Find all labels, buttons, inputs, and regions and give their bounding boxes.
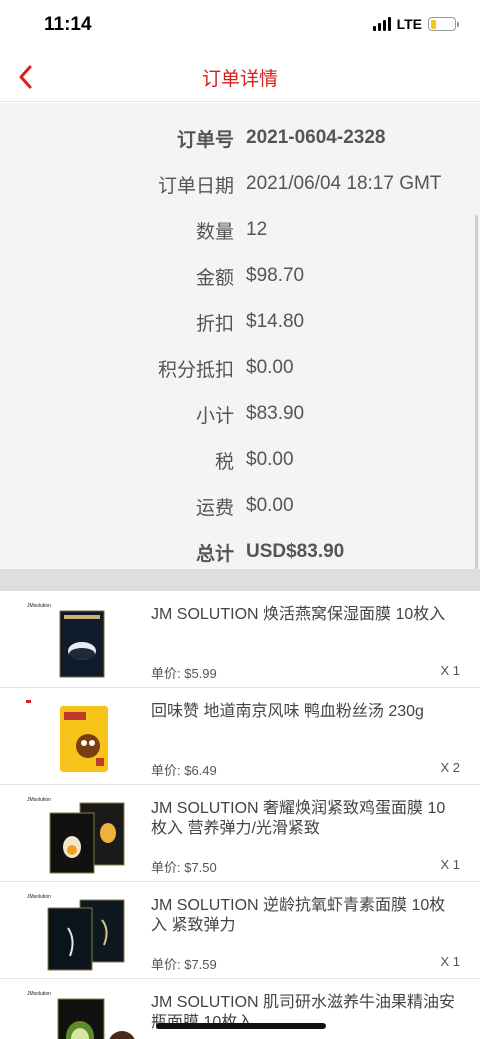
product-name: 回味赞 地道南京风味 鸭血粉丝汤 230g <box>151 703 424 720</box>
product-name: JM SOLUTION 焕活燕窝保湿面膜 10枚入 <box>151 606 446 623</box>
section-divider <box>0 569 480 591</box>
product-thumbnail <box>22 696 138 778</box>
row-label: 税 <box>214 451 234 473</box>
unit-price: 单价: $7.50 <box>151 860 217 875</box>
summary-row-subtotal: 小计 $83.90 <box>0 391 480 437</box>
brand-label: JMsolution <box>27 797 51 803</box>
row-label: 订单日期 <box>157 175 234 197</box>
list-item[interactable]: JMsolution JM SOLUTION 焕活燕窝保湿面膜 10枚入 单价:… <box>0 591 480 688</box>
home-indicator <box>156 1023 326 1029</box>
row-label: 数量 <box>195 221 234 243</box>
item-quantity: X 1 <box>440 857 460 872</box>
row-value: 12 <box>246 219 268 240</box>
row-value: 2021/06/04 18:17 GMT <box>246 173 442 194</box>
summary-row-points: 积分抵扣 $0.00 <box>0 345 480 391</box>
row-value: $0.00 <box>246 449 294 470</box>
product-name: JM SOLUTION 逆龄抗氧虾青素面膜 10枚入 紧致弹力 <box>151 897 446 934</box>
mask-pack-icon <box>47 899 125 971</box>
signal-icon <box>372 17 391 31</box>
brand-label: JMsolution <box>27 603 51 609</box>
row-label: 小计 <box>195 405 234 427</box>
unit-price: 单价: $7.59 <box>151 957 217 972</box>
brand-label: JMsolution <box>27 894 51 900</box>
summary-row-order-number: 订单号 2021-0604-2328 <box>0 115 480 161</box>
row-label: 运费 <box>195 497 234 519</box>
product-thumbnail: JMsolution <box>22 987 138 1039</box>
row-value: $0.00 <box>246 357 294 378</box>
network-label: LTE <box>396 16 422 32</box>
product-thumbnail: JMsolution <box>22 890 138 972</box>
mask-pack-icon <box>49 802 125 874</box>
item-quantity: X 1 <box>440 663 460 678</box>
product-thumbnail: JMsolution <box>22 793 138 875</box>
battery-level <box>430 19 437 29</box>
status-bar: 11:14 LTE <box>0 0 480 52</box>
summary-row-shipping: 运费 $0.00 <box>0 483 480 529</box>
summary-row-discount: 折扣 $14.80 <box>0 299 480 345</box>
item-quantity: X 2 <box>440 760 460 775</box>
row-value: $83.90 <box>246 403 305 424</box>
list-item[interactable]: 回味赞 地道南京风味 鸭血粉丝汤 230g 单价: $6.49 X 2 <box>0 688 480 785</box>
nav-bar: 订单详情 <box>0 52 480 102</box>
row-value: $98.70 <box>246 265 305 286</box>
row-label: 折扣 <box>195 313 234 335</box>
status-indicators: LTE <box>372 16 459 32</box>
item-quantity: X 1 <box>440 954 460 969</box>
row-value: $0.00 <box>246 495 294 516</box>
list-item[interactable]: JMsolution JM SOLUTION 奢耀焕润紧致鸡蛋面膜 10枚入 营… <box>0 785 480 882</box>
brand-label: JMsolution <box>27 991 51 997</box>
scrollbar[interactable] <box>475 215 478 625</box>
unit-price: 单价: $5.99 <box>151 666 217 681</box>
summary-row-order-date: 订单日期 2021/06/04 18:17 GMT <box>0 161 480 207</box>
summary-row-quantity: 数量 12 <box>0 207 480 253</box>
mask-pack-icon <box>59 610 105 678</box>
page-title: 订单详情 <box>201 69 278 90</box>
list-item[interactable]: JMsolution JM SOLUTION 逆龄抗氧虾青素面膜 10枚入 紧致… <box>0 882 480 979</box>
list-item[interactable]: JMsolution JM SOLUTION 肌司研水滋养牛油果精油安瓶面膜 1… <box>0 979 480 1039</box>
unit-price: 单价: $6.49 <box>151 763 217 778</box>
noodle-pack-icon <box>26 700 108 772</box>
row-value: USD$83.90 <box>246 541 345 562</box>
status-time: 11:14 <box>44 14 92 35</box>
product-thumbnail: JMsolution <box>22 599 138 681</box>
row-label: 积分抵扣 <box>157 359 234 381</box>
row-value: 2021-0604-2328 <box>246 127 386 148</box>
row-label: 总计 <box>195 543 234 565</box>
battery-icon <box>428 17 459 31</box>
row-value: $14.80 <box>246 311 305 332</box>
row-label: 金额 <box>195 267 234 289</box>
summary-row-amount: 金额 $98.70 <box>0 253 480 299</box>
order-summary: 订单号 2021-0604-2328 订单日期 2021/06/04 18:17… <box>0 103 480 625</box>
row-label: 订单号 <box>176 129 234 151</box>
product-name: JM SOLUTION 奢耀焕润紧致鸡蛋面膜 10枚入 营养弹力/光滑紧致 <box>151 800 446 837</box>
summary-row-tax: 税 $0.00 <box>0 437 480 483</box>
